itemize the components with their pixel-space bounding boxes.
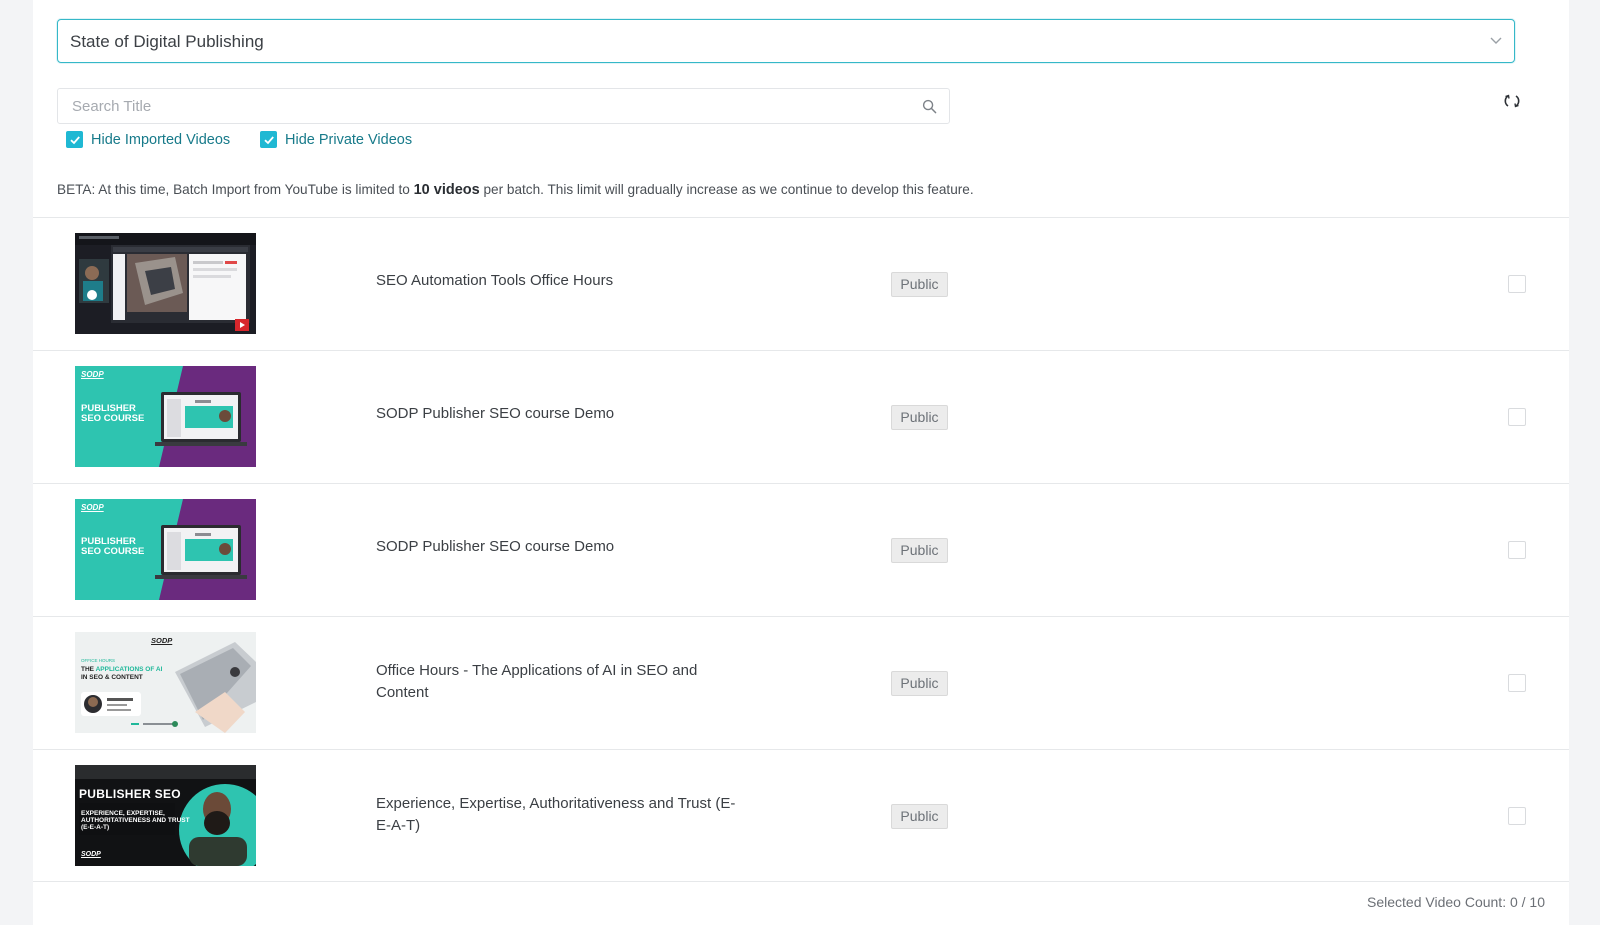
select-video-checkbox[interactable] (1508, 674, 1526, 692)
video-row[interactable]: SODP OFFICE HOURS THE APPLICATIONS OF AI… (33, 616, 1569, 749)
video-thumbnail: PUBLISHER SEO EXPERIENCE, EXPERTISE, AUT… (75, 765, 256, 866)
video-title: Office Hours - The Applications of AI in… (376, 662, 698, 701)
video-row[interactable]: PUBLISHER SEO EXPERIENCE, EXPERTISE, AUT… (33, 749, 1569, 882)
thumbnail-brand: SODP (151, 636, 173, 645)
thumbnail-brand: SODP (81, 503, 104, 512)
video-thumbnail: SODP OFFICE HOURS THE APPLICATIONS OF AI… (75, 632, 256, 733)
thumbnail-headline-a: THE (81, 666, 96, 673)
status-badge: Public (891, 538, 948, 563)
search-input[interactable] (58, 89, 908, 123)
hide-private-filter[interactable]: Hide Private Videos (260, 131, 412, 148)
select-video-checkbox[interactable] (1508, 541, 1526, 559)
check-icon (69, 135, 80, 144)
thumbnail-brand: SODP (81, 370, 104, 379)
video-title: SEO Automation Tools Office Hours (376, 272, 614, 289)
beta-notice: BETA: At this time, Batch Import from Yo… (57, 182, 974, 198)
chevron-down-icon (1490, 37, 1502, 44)
thumbnail-subline: EXPERIENCE, EXPERTISE, AUTHORITATIVENESS… (81, 810, 190, 831)
beta-notice-limit: 10 videos (413, 182, 480, 198)
video-row[interactable]: SEO Automation Tools Office Hours Public (33, 217, 1569, 350)
status-badge: Public (891, 804, 948, 829)
thumbnail-headline: PUBLISHER SEO (79, 787, 181, 801)
search-box (57, 88, 950, 124)
beta-notice-prefix: BETA: At this time, Batch Import from Yo… (57, 182, 410, 197)
video-row[interactable]: SODP PUBLISHER SEO COURSE SODP Publisher… (33, 350, 1569, 483)
hide-private-label: Hide Private Videos (285, 131, 413, 148)
status-badge: Public (891, 272, 948, 297)
video-title: SODP Publisher SEO course Demo (376, 538, 615, 555)
video-thumbnail: SODP PUBLISHER SEO COURSE (75, 499, 256, 600)
select-video-checkbox[interactable] (1508, 275, 1526, 293)
search-icon[interactable] (922, 99, 937, 114)
channel-select[interactable]: State of Digital Publishing (57, 19, 1515, 63)
video-title: Experience, Expertise, Authoritativeness… (376, 795, 736, 834)
thumbnail-headline-c: IN SEO & CONTENT (81, 673, 143, 681)
thumbnail-headline-b: APPLICATIONS OF AI (95, 666, 163, 673)
refresh-icon[interactable] (1503, 92, 1521, 110)
hide-imported-label: Hide Imported Videos (91, 131, 231, 148)
status-badge: Public (891, 671, 948, 696)
video-thumbnail: SODP PUBLISHER SEO COURSE (75, 366, 256, 467)
hide-imported-checkbox[interactable] (66, 131, 83, 148)
channel-select-value: State of Digital Publishing (70, 32, 264, 51)
hide-private-checkbox[interactable] (260, 131, 277, 148)
check-icon (263, 135, 274, 144)
selected-video-count: Selected Video Count: 0 / 10 (1367, 894, 1545, 910)
status-badge: Public (891, 405, 948, 430)
thumbnail-headline: PUBLISHER SEO COURSE (81, 403, 145, 424)
select-video-checkbox[interactable] (1508, 408, 1526, 426)
thumbnail-headline: PUBLISHER SEO COURSE (81, 536, 145, 557)
hide-imported-filter[interactable]: Hide Imported Videos (66, 131, 230, 148)
thumbnail-headline: THE APPLICATIONS OF AI IN SEO & CONTENT (81, 666, 171, 681)
thumbnail-kicker: OFFICE HOURS (81, 658, 116, 663)
video-list: SEO Automation Tools Office Hours Public (33, 217, 1569, 882)
import-panel: State of Digital Publishing Hide Importe… (33, 0, 1569, 925)
video-row[interactable]: SODP PUBLISHER SEO COURSE SODP Publisher… (33, 483, 1569, 616)
select-video-checkbox[interactable] (1508, 807, 1526, 825)
video-thumbnail (75, 233, 256, 334)
thumbnail-brand: SODP (81, 851, 101, 858)
video-title: SODP Publisher SEO course Demo (376, 405, 615, 422)
beta-notice-suffix: per batch. This limit will gradually inc… (483, 182, 974, 197)
